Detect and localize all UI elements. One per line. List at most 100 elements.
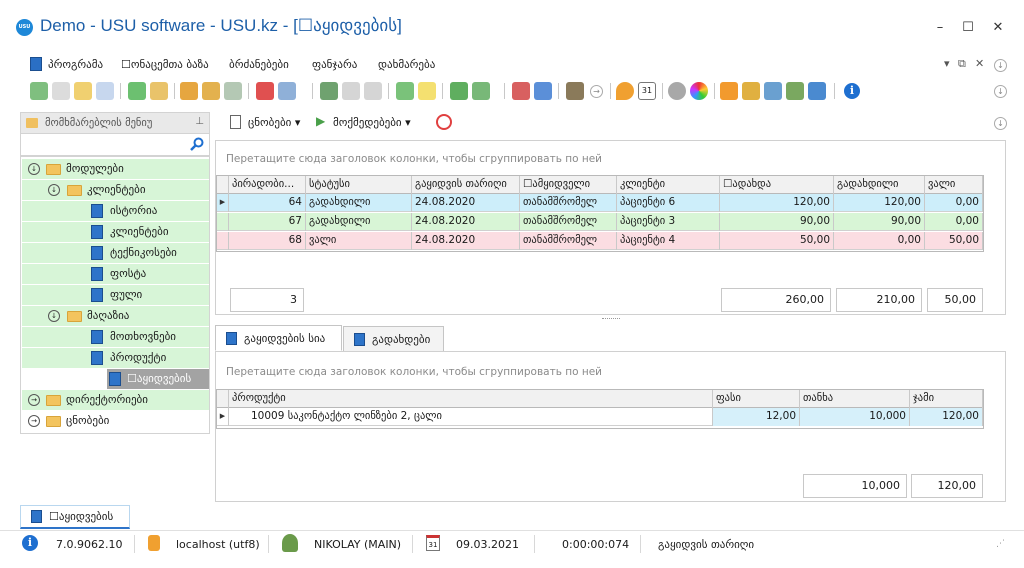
- sidebar-item-technicians[interactable]: ტექნიკოსები: [22, 243, 209, 263]
- exit-icon[interactable]: [566, 82, 584, 100]
- cell-seller[interactable]: თანამშრომელ: [520, 194, 617, 212]
- table-row[interactable]: ▶ 64 გადახდილი 24.08.2020 თანამშრომელ პა…: [217, 194, 983, 212]
- new-window-icon[interactable]: [512, 82, 530, 100]
- filter-clear-icon[interactable]: [202, 82, 220, 100]
- sidebar-item-history[interactable]: ისტორია: [22, 201, 209, 221]
- info-icon[interactable]: i: [22, 535, 38, 551]
- sidebar-item-reports[interactable]: → ცნობები: [22, 411, 209, 431]
- cell-date[interactable]: 24.08.2020: [412, 213, 520, 231]
- sidebar-item-clients-list[interactable]: კლიენტები: [22, 222, 209, 242]
- cell-seller[interactable]: თანამშრომელ: [520, 213, 617, 231]
- sidebar-item-store[interactable]: ↓ მაღაზია: [22, 306, 209, 326]
- users-icon[interactable]: [786, 82, 804, 100]
- mdi-restore-button[interactable]: ⧉: [958, 57, 966, 71]
- menu-help[interactable]: დახმარება: [378, 58, 435, 71]
- menu-database[interactable]: ☐ონაცემთა ბაზა: [121, 58, 209, 71]
- cell-id[interactable]: 68: [229, 232, 306, 250]
- expand-right-icon[interactable]: →: [28, 394, 40, 406]
- column-header-seller[interactable]: ☐ამყიდველი: [520, 176, 617, 194]
- cell-status[interactable]: გადახდილი: [306, 194, 412, 212]
- sidebar-item-mail[interactable]: ფოსტა: [22, 264, 209, 284]
- filter-settings-icon[interactable]: [224, 82, 242, 100]
- cell-client[interactable]: პაციენტი 6: [617, 194, 720, 212]
- sidebar-item-modules[interactable]: ↓ მოდულები: [22, 159, 209, 179]
- column-header-product[interactable]: პროდუქტი: [229, 390, 713, 408]
- cell-date[interactable]: 24.08.2020: [412, 194, 520, 212]
- location-icon[interactable]: [616, 82, 634, 100]
- expand-all-icon[interactable]: [342, 82, 360, 100]
- cell-amount[interactable]: 10,000: [800, 408, 910, 426]
- calendar-icon[interactable]: 31: [638, 82, 656, 100]
- expand-columns-icon[interactable]: [320, 82, 338, 100]
- column-header-paid[interactable]: გადახდილი: [834, 176, 925, 194]
- table-row[interactable]: 67 გადახდილი 24.08.2020 თანამშრომელ პაცი…: [217, 213, 983, 231]
- menu-commands[interactable]: ბრძანებები: [229, 58, 289, 71]
- splitter-handle[interactable]: [602, 318, 620, 320]
- cell-debt[interactable]: 50,00: [925, 232, 983, 250]
- menu-program[interactable]: პროგრამა: [48, 58, 103, 71]
- add-row-icon[interactable]: [396, 82, 414, 100]
- cell-price[interactable]: 12,00: [713, 408, 800, 426]
- cell-seller[interactable]: თანამშრომელ: [520, 232, 617, 250]
- mdi-close-button[interactable]: ✕: [975, 57, 984, 70]
- export-icon[interactable]: [472, 82, 490, 100]
- reports-dropdown[interactable]: ცნობები ▾: [248, 116, 300, 129]
- rss-icon[interactable]: [720, 82, 738, 100]
- image-icon[interactable]: [278, 82, 296, 100]
- column-header-debt[interactable]: ვალი: [925, 176, 983, 194]
- cell-client[interactable]: პაციენტი 4: [617, 232, 720, 250]
- tab-payments[interactable]: გადახდები: [343, 326, 444, 352]
- cell-id[interactable]: 67: [229, 213, 306, 231]
- cell-id[interactable]: 64: [229, 194, 306, 212]
- copy-icon[interactable]: [52, 82, 70, 100]
- search-icon[interactable]: [150, 82, 168, 100]
- expand-icon[interactable]: ↓: [48, 184, 60, 196]
- delete-icon[interactable]: [96, 82, 114, 100]
- filter-icon[interactable]: [180, 82, 198, 100]
- cell-status[interactable]: ვალი: [306, 232, 412, 250]
- expand-icon[interactable]: ↓: [28, 163, 40, 175]
- sidebar-item-directories[interactable]: → დირექტორიები: [22, 390, 209, 410]
- stop-icon[interactable]: [436, 114, 452, 130]
- column-header-id[interactable]: პირადობი...: [229, 176, 306, 194]
- cell-client[interactable]: პაციენტი 3: [617, 213, 720, 231]
- column-header-status[interactable]: სტატუსი: [306, 176, 412, 194]
- cell-product[interactable]: 10009 საკონტაქტო ლინზები 2, ცალი: [229, 408, 713, 426]
- user-settings-icon[interactable]: [764, 82, 782, 100]
- cell-due[interactable]: 50,00: [720, 232, 834, 250]
- gear-icon[interactable]: [668, 82, 686, 100]
- expand-icon[interactable]: ↓: [48, 310, 60, 322]
- cell-paid[interactable]: 120,00: [834, 194, 925, 212]
- sidebar-item-product[interactable]: პროდუქტი: [22, 348, 209, 368]
- refresh-icon[interactable]: [30, 82, 48, 100]
- column-header-client[interactable]: კლიენტი: [617, 176, 720, 194]
- cell-status[interactable]: გადახდილი: [306, 213, 412, 231]
- column-header-sale-date[interactable]: გაყიდვის თარიღი: [412, 176, 520, 194]
- maximize-button[interactable]: ☐: [956, 16, 980, 40]
- collapse-panel-icon[interactable]: ↓: [994, 117, 1007, 130]
- sidebar-item-requests[interactable]: მოთხოვნები: [22, 327, 209, 347]
- cell-paid[interactable]: 0,00: [834, 232, 925, 250]
- cell-due[interactable]: 120,00: [720, 194, 834, 212]
- plugin-icon[interactable]: [808, 82, 826, 100]
- cell-due[interactable]: 90,00: [720, 213, 834, 231]
- mdi-menu-button[interactable]: ▾: [944, 57, 950, 70]
- column-header-amount[interactable]: თანხა: [800, 390, 910, 408]
- window-tab-sales[interactable]: ☐აყიდვების: [20, 505, 130, 529]
- collapse-all-icon[interactable]: [364, 82, 382, 100]
- table-row[interactable]: 68 ვალი 24.08.2020 თანამშრომელ პაციენტი …: [217, 232, 983, 250]
- lock-icon[interactable]: [742, 82, 760, 100]
- column-header-price[interactable]: ფასი: [713, 390, 800, 408]
- edit-icon[interactable]: [74, 82, 92, 100]
- sidebar-search[interactable]: [20, 134, 210, 156]
- color-wheel-icon[interactable]: [690, 82, 708, 100]
- tab-sales-list[interactable]: გაყიდვების სია: [215, 325, 342, 351]
- close-button[interactable]: ✕: [986, 16, 1010, 40]
- table-row[interactable]: ▶ 10009 საკონტაქტო ლინზები 2, ცალი 12,00…: [217, 408, 983, 426]
- collapse-icon[interactable]: ↓: [994, 59, 1007, 72]
- cell-debt[interactable]: 0,00: [925, 213, 983, 231]
- pin-icon[interactable]: ⊥: [195, 116, 204, 127]
- reload-icon[interactable]: [128, 82, 146, 100]
- cell-paid[interactable]: 90,00: [834, 213, 925, 231]
- cell-date[interactable]: 24.08.2020: [412, 232, 520, 250]
